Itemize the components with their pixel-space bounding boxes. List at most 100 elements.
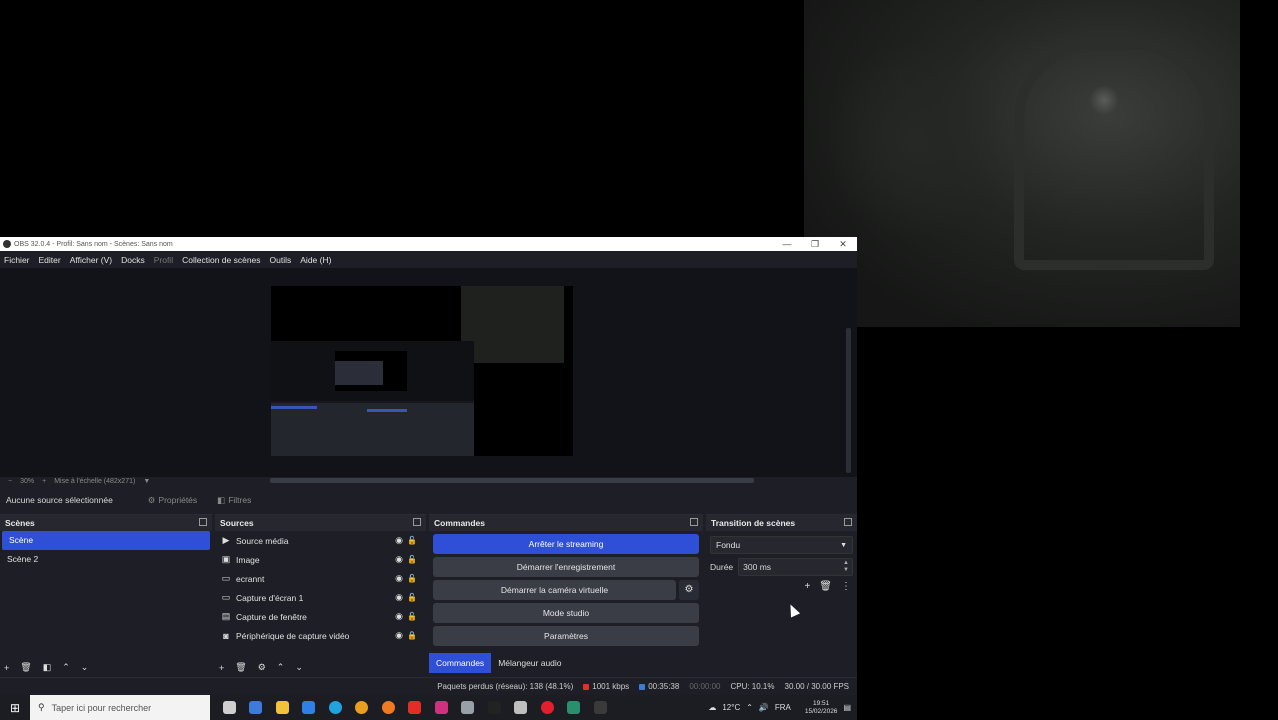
menu-fichier[interactable]: Fichier: [4, 255, 30, 265]
gear-icon[interactable]: ⚙: [258, 662, 266, 673]
app-blue-icon[interactable]: [296, 695, 323, 720]
maximize-button[interactable]: ❐: [801, 239, 829, 250]
eye-icon[interactable]: ◉: [392, 554, 406, 565]
title-bar: OBS 32.0.4 - Profil: Sans nom - Scènes: …: [0, 237, 857, 251]
youtube-icon[interactable]: [402, 695, 429, 720]
eye-icon[interactable]: ◉: [392, 611, 406, 622]
more-vertical-icon[interactable]: ⋮: [841, 581, 851, 592]
edge-icon[interactable]: [322, 695, 349, 720]
trash-icon[interactable]: 🗑: [20, 662, 31, 673]
stream-icon: [639, 683, 646, 690]
filter-icon[interactable]: ◧: [43, 662, 52, 673]
source-item[interactable]: ▭ Capture d'écran 1 ◉ 🔓: [215, 588, 426, 607]
zoom-out-button[interactable]: −: [8, 478, 12, 485]
clock[interactable]: 19:51 15/02/2026: [799, 700, 838, 716]
properties-button[interactable]: ⚙ Propriétés: [143, 493, 202, 508]
menu-profil[interactable]: Profil: [154, 255, 173, 265]
minimize-button[interactable]: —: [773, 239, 801, 250]
preview-horizontal-scrollbar[interactable]: [270, 478, 754, 483]
volume-icon[interactable]: 🔊: [759, 703, 769, 712]
lock-icon[interactable]: 🔓: [406, 536, 418, 545]
scale-mode-dropdown[interactable]: Mise à l'échelle (482x271): [54, 478, 135, 485]
instagram-icon[interactable]: [428, 695, 455, 720]
start-recording-button[interactable]: Démarrer l'enregistrement: [433, 557, 699, 577]
scene-item[interactable]: Scène 2: [0, 550, 212, 569]
eye-icon[interactable]: ◉: [392, 592, 406, 603]
camera-app-icon[interactable]: [455, 695, 482, 720]
source-item[interactable]: ▭ ecrannt ◉ 🔓: [215, 569, 426, 588]
preview-vertical-scrollbar[interactable]: [846, 328, 851, 473]
lock-icon[interactable]: 🔓: [406, 574, 418, 583]
scene-item[interactable]: Scène: [2, 531, 210, 550]
add-icon[interactable]: +: [219, 663, 224, 673]
menu-docks[interactable]: Docks: [121, 255, 145, 265]
preview-area[interactable]: [0, 268, 857, 477]
close-button[interactable]: ✕: [829, 239, 857, 250]
opera-icon[interactable]: [534, 695, 561, 720]
chevron-down-icon[interactable]: ▼: [143, 478, 150, 485]
menu-outils[interactable]: Outils: [270, 255, 292, 265]
microphone-app-icon[interactable]: [508, 695, 535, 720]
undock-icon[interactable]: [413, 518, 421, 526]
source-item[interactable]: ▶ Source média ◉ 🔓: [215, 531, 426, 550]
start-virtual-camera-button[interactable]: Démarrer la caméra virtuelle: [433, 580, 676, 600]
lock-icon[interactable]: 🔓: [406, 593, 418, 602]
source-item[interactable]: ▤ Capture de fenêtre ◉ 🔓: [215, 607, 426, 626]
zoom-percent: 30%: [20, 477, 35, 485]
menu-collection[interactable]: Collection de scènes: [182, 255, 260, 265]
gear-icon[interactable]: ⚙: [679, 580, 699, 600]
obs-icon[interactable]: [587, 695, 614, 720]
filters-button[interactable]: ◧ Filtres: [212, 493, 256, 508]
menu-aide[interactable]: Aide (H): [300, 255, 331, 265]
tray-arrow-icon[interactable]: ⌃: [746, 703, 753, 712]
menu-afficher[interactable]: Afficher (V): [70, 255, 112, 265]
fps-readout: 30.00 / 30.00 FPS: [784, 682, 850, 691]
undock-icon[interactable]: [199, 518, 207, 526]
capcut-icon[interactable]: [561, 695, 588, 720]
chevron-up-icon[interactable]: ⌃: [277, 662, 285, 673]
chevron-down-icon[interactable]: ⌄: [295, 662, 303, 673]
transition-select[interactable]: Fondu ▼: [710, 536, 853, 554]
trash-icon[interactable]: 🗑: [819, 581, 832, 592]
bitrate: 1001 kbps: [583, 682, 629, 691]
weather-icon[interactable]: ☁: [708, 703, 716, 712]
menu-bar: Fichier Editer Afficher (V) Docks Profil…: [0, 251, 857, 268]
studio-mode-button[interactable]: Mode studio: [433, 603, 699, 623]
tab-commandes[interactable]: Commandes: [429, 653, 492, 673]
add-icon[interactable]: +: [4, 663, 9, 673]
lock-icon[interactable]: 🔓: [406, 555, 418, 564]
eye-icon[interactable]: ◉: [392, 573, 406, 584]
undock-icon[interactable]: [690, 518, 698, 526]
chrome-icon[interactable]: [349, 695, 376, 720]
lock-icon[interactable]: 🔒: [406, 631, 418, 640]
source-item[interactable]: ▣ Image ◉ 🔓: [215, 550, 426, 569]
eye-icon[interactable]: ◉: [392, 630, 406, 641]
firefox-icon[interactable]: [375, 695, 402, 720]
tab-audio-mixer[interactable]: Mélangeur audio: [491, 653, 568, 673]
task-view-icon[interactable]: [216, 695, 243, 720]
menu-editer[interactable]: Editer: [39, 255, 61, 265]
add-icon[interactable]: +: [804, 581, 810, 592]
chevron-up-icon[interactable]: ⌃: [62, 662, 70, 673]
webcam-light-spot: [1089, 85, 1119, 115]
eye-icon[interactable]: ◉: [392, 535, 406, 546]
trash-icon[interactable]: 🗑: [235, 662, 246, 673]
stop-streaming-button[interactable]: Arrêter le streaming: [433, 534, 699, 554]
calculator-icon[interactable]: [243, 695, 270, 720]
file-explorer-icon[interactable]: [269, 695, 296, 720]
tiktok-icon[interactable]: [481, 695, 508, 720]
weather-temp[interactable]: 12°C: [722, 703, 740, 712]
preview-canvas[interactable]: [271, 286, 573, 456]
undock-icon[interactable]: [844, 518, 852, 526]
taskbar-search[interactable]: ⚲ Taper ici pour rechercher: [30, 695, 210, 720]
source-item[interactable]: ◙ Périphérique de capture vidéo ◉ 🔒: [215, 626, 426, 645]
lock-icon[interactable]: 🔓: [406, 612, 418, 621]
language-indicator[interactable]: FRA: [775, 703, 791, 712]
chevron-down-icon[interactable]: ⌄: [81, 662, 89, 673]
windows-start-icon[interactable]: ⊞: [0, 695, 30, 720]
zoom-in-button[interactable]: +: [42, 478, 46, 485]
notification-icon[interactable]: ▤: [843, 703, 851, 712]
settings-button[interactable]: Paramètres: [433, 626, 699, 646]
duration-input[interactable]: 300 ms ▲ ▼: [738, 558, 853, 576]
spin-arrows-icon[interactable]: ▲ ▼: [843, 560, 849, 574]
